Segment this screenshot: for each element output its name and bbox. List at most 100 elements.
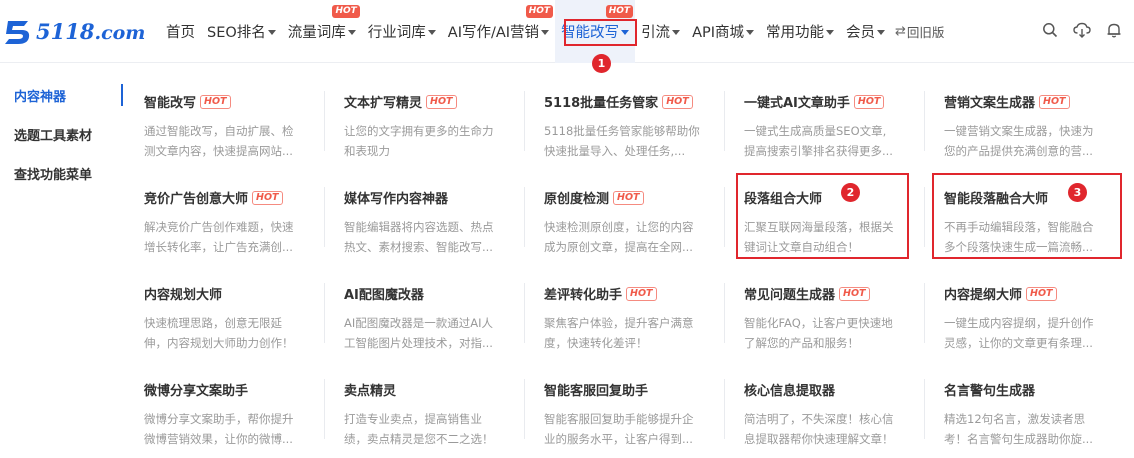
tool-card[interactable]: 段落组合大师 汇聚互联网海量段落，根据关 键词让文章自动组合！ 2 xyxy=(724,159,924,259)
tool-card[interactable]: 差评转化助手 HOT 聚焦客户体验，提升客户满意 度，快速转化差评！ xyxy=(524,255,724,351)
tool-card-title-text: 媒体写作内容神器 xyxy=(344,192,449,207)
tool-card[interactable]: 智能改写 HOT 通过智能改写，自动扩展、检 测文章内容，快速提高网站... xyxy=(124,63,324,159)
sidebar: 内容神器 选题工具素材 查找功能菜单 xyxy=(0,63,124,458)
tool-card-title-text: 竞价广告创意大师 xyxy=(144,192,249,207)
tool-card[interactable]: 5118批量任务管家 HOT 5118批量任务管家能够帮助你 快速批量导入、处理任务,… xyxy=(524,63,724,159)
old-version-label: 回旧版 xyxy=(906,25,945,40)
tool-card-title: 原创度检测 HOT xyxy=(544,188,644,207)
hot-badge: HOT xyxy=(1039,94,1070,109)
nav-item-label: AI写作/AI营销 xyxy=(447,25,540,41)
nav-item-seo-ranking[interactable]: SEO排名 xyxy=(201,0,282,63)
tool-card-description-line: 智能编辑器将内容选题、热点 xyxy=(344,220,494,234)
tool-card[interactable]: 内容提纲大师 HOT 一键生成内容提纲，提升创作 灵感，让你的文章更有条理... xyxy=(924,255,1124,351)
tool-card-description: 快速检测原创度，让您的内容 成为原创文章，提高在全网... xyxy=(544,217,704,257)
tool-card-description-line: 增长转化率，让广告充满创... xyxy=(144,240,293,254)
tool-card-title-text: 段落组合大师 xyxy=(744,192,823,207)
tool-card-description-line: 解决竞价广告创作难题，快速 xyxy=(144,220,294,234)
sidebar-active-indicator xyxy=(121,84,123,106)
nav-item-traffic-drive[interactable]: 引流 xyxy=(635,0,686,63)
tool-card-title: 核心信息提取器 xyxy=(744,380,835,399)
tool-card-description-line: 成为原创文章，提高在全网... xyxy=(544,240,693,254)
tool-card-description: 解决竞价广告创作难题，快速 增长转化率，让广告充满创... xyxy=(144,217,304,257)
tool-card-title: 5118批量任务管家 HOT xyxy=(544,92,693,111)
tool-card-description-line: 快速批量导入、处理任务,... xyxy=(544,144,686,158)
tool-card[interactable]: 营销文案生成器 HOT 一键营销文案生成器，快速为 您的产品提供充满创意的营... xyxy=(924,63,1124,159)
column-divider xyxy=(724,91,725,151)
tool-card[interactable]: 竞价广告创意大师 HOT 解决竞价广告创作难题，快速 增长转化率，让广告充满创... xyxy=(124,159,324,255)
tool-card-title: 文本扩写精灵 HOT xyxy=(344,92,457,111)
tool-card-description-line: 智能客服回复助手能够提升企 xyxy=(544,412,694,426)
tool-card-description-line: 快速检测原创度，让您的内容 xyxy=(544,220,694,234)
nav-item-label: 流量词库 xyxy=(287,25,346,41)
logo[interactable]: 5118.com xyxy=(0,17,150,47)
tool-card-description-line: 微博营销效果，让你的微博... xyxy=(144,432,293,446)
nav-item-common-functions[interactable]: 常用功能 xyxy=(760,0,840,63)
tool-card-title-text: 内容规划大师 xyxy=(144,288,223,303)
bell-icon[interactable] xyxy=(1104,20,1124,40)
column-divider xyxy=(324,91,325,151)
nav-item-home[interactable]: 首页 xyxy=(160,0,201,63)
tool-card-description: AI配图魔改器是一款通过AI人 工智能图片处理技术，对指... xyxy=(344,313,504,353)
tool-card-title: 名言警句生成器 xyxy=(944,380,1035,399)
tool-card-description: 智能化FAQ，让客户更快速地 了解您的产品和服务！ xyxy=(744,313,904,353)
cloud-download-icon[interactable] xyxy=(1072,20,1092,40)
column-divider xyxy=(524,379,525,439)
annotation-number-2: 2 xyxy=(841,183,860,202)
nav-item-ai-writing-marketing[interactable]: AI写作/AI营销 HOT xyxy=(442,0,555,63)
sidebar-item-find-menu[interactable]: 查找功能菜单 xyxy=(14,164,92,183)
nav-item-smart-rewrite[interactable]: 智能改写 HOT xyxy=(555,0,636,63)
tool-card-description: 一键生成内容提纲，提升创作 灵感，让你的文章更有条理... xyxy=(944,313,1104,353)
tool-card[interactable]: 核心信息提取器 简洁明了，不失深度！核心信 息提取器帮你快速理解文章！ xyxy=(724,351,924,447)
tool-card[interactable]: 常见问题生成器 HOT 智能化FAQ，让客户更快速地 了解您的产品和服务！ xyxy=(724,255,924,351)
search-icon[interactable] xyxy=(1040,20,1060,40)
tool-card-description-line: 提高搜索引擎排名获得更多... xyxy=(744,144,893,158)
hot-badge: HOT xyxy=(839,286,870,301)
tool-card[interactable]: 内容规划大师 快速梳理思路，创意无限延 伸，内容规划大师助力创作！ xyxy=(124,255,324,351)
chevron-down-icon xyxy=(621,30,630,35)
tool-card[interactable]: 一键式AI文章助手 HOT 一键式生成高质量SEO文章, 提高搜索引擎排名获得更多..… xyxy=(724,63,924,159)
main-menu: 首页 SEO排名 流量词库 HOT 行业词库 AI写作/AI营销 HOT 智能改写 HOT 引流 A… xyxy=(160,0,948,63)
tool-card-title: AI配图魔改器 xyxy=(344,284,424,303)
tool-card[interactable]: 智能段落融合大师 不再手动编辑段落，智能融合 多个段落快速生成一篇流畅... 3 xyxy=(924,159,1124,259)
sidebar-item-content-tools[interactable]: 内容神器 xyxy=(14,86,66,105)
tool-card-title-text: 常见问题生成器 xyxy=(744,288,836,303)
tool-card-title-text: 文本扩写精灵 xyxy=(344,96,423,111)
tool-card-description: 智能客服回复助手能够提升企 业的服务水平，让客户得到... xyxy=(544,409,704,449)
nav-item-label: 智能改写 xyxy=(561,25,620,41)
nav-item-membership[interactable]: 会员 xyxy=(840,0,891,63)
tool-card[interactable]: 名言警句生成器 精选12句名言，激发读者思 考！名言警句生成器助你旋... xyxy=(924,351,1124,447)
tool-card-description-line: 息提取器帮你快速理解文章！ xyxy=(744,432,894,446)
tool-card-description-line: 考！名言警句生成器助你旋... xyxy=(944,432,1093,446)
tool-card-title: 卖点精灵 xyxy=(344,380,396,399)
tool-card[interactable]: 文本扩写精灵 HOT 让您的文字拥有更多的生命力 和表现力 xyxy=(324,63,524,159)
tool-card-description-line: 一键式生成高质量SEO文章, xyxy=(744,124,887,138)
nav-item-industry-keywords[interactable]: 行业词库 xyxy=(362,0,442,63)
nav-item-api-store[interactable]: API商城 xyxy=(686,0,760,63)
switch-old-version-link[interactable]: ⇄ 回旧版 xyxy=(891,0,948,63)
sidebar-item-topic-materials[interactable]: 选题工具素材 xyxy=(14,125,92,144)
hot-badge: HOT xyxy=(200,94,231,109)
nav-item-traffic-keywords[interactable]: 流量词库 HOT xyxy=(282,0,362,63)
tool-card-description: 不再手动编辑段落，智能融合 多个段落快速生成一篇流畅... xyxy=(944,217,1104,257)
tool-card-description-line: 5118批量任务管家能够帮助你 xyxy=(544,124,700,138)
tool-card[interactable]: 原创度检测 HOT 快速检测原创度，让您的内容 成为原创文章，提高在全网... xyxy=(524,159,724,255)
tool-card-description-line: 伸，内容规划大师助力创作！ xyxy=(144,336,294,350)
tool-card-description-line: 了解您的产品和服务！ xyxy=(744,336,859,350)
tool-card[interactable]: 智能客服回复助手智能客服回复助手能够提升企 业的服务水平，让客户得到... xyxy=(524,351,724,447)
nav-item-label: 常用功能 xyxy=(766,25,825,41)
column-divider xyxy=(724,283,725,343)
column-divider xyxy=(324,283,325,343)
tool-card-title-text: 智能客服回复助手 xyxy=(544,384,649,399)
tool-card-description: 一键式生成高质量SEO文章, 提高搜索引擎排名获得更多... xyxy=(744,121,904,161)
tool-card-title-text: 智能改写 xyxy=(144,96,197,111)
tool-card[interactable]: 微博分享文案助手 微博分享文案助手，帮你提升 微博营销效果，让你的微博... xyxy=(124,351,324,447)
tool-card-title-text: 一键式AI文章助手 xyxy=(744,96,850,111)
tool-card[interactable]: AI配图魔改器 AI配图魔改器是一款通过AI人 工智能图片处理技术，对指... xyxy=(324,255,524,351)
chevron-down-icon xyxy=(427,30,436,35)
column-divider xyxy=(524,91,525,151)
tool-card[interactable]: 卖点精灵 打造专业卖点，提高销售业 绩，卖点精灵是您不二之选！ xyxy=(324,351,524,447)
tool-card-title-text: 原创度检测 xyxy=(544,192,610,207)
tool-card-description-line: 您的产品提供充满创意的营... xyxy=(944,144,1093,158)
tool-card-title-text: 卖点精灵 xyxy=(344,384,397,399)
tool-card[interactable]: 媒体写作内容神器 智能编辑器将内容选题、热点 热文、素材搜索、智能改写... xyxy=(324,159,524,255)
